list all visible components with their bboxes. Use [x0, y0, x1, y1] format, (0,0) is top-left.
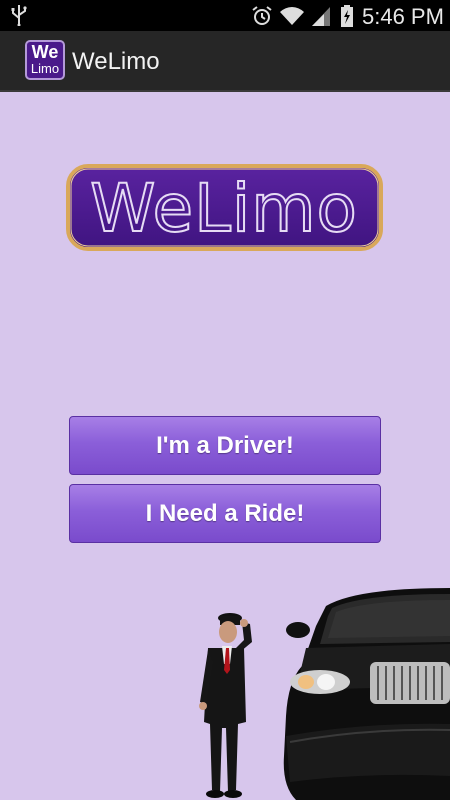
status-bar: 5:46 PM	[0, 0, 450, 31]
logo-text: WeLimo	[90, 170, 358, 247]
battery-icon	[341, 5, 353, 27]
welimo-logo: WeLimo	[66, 164, 383, 251]
app-icon[interactable]: We Limo	[25, 40, 65, 80]
app-icon-line2: Limo	[30, 61, 60, 76]
alarm-icon	[252, 6, 272, 25]
usb-icon	[11, 5, 27, 26]
limo-illustration	[283, 588, 450, 800]
app-icon-line1: We	[31, 42, 59, 62]
status-time: 5:46 PM	[362, 4, 444, 29]
need-ride-button[interactable]: I Need a Ride!	[69, 484, 381, 543]
action-bar: We Limo WeLimo	[0, 31, 450, 92]
signal-icon	[312, 7, 330, 26]
driver-button[interactable]: I'm a Driver!	[69, 416, 381, 475]
wifi-icon	[280, 7, 304, 25]
chauffeur-illustration	[199, 613, 252, 798]
app-title: WeLimo	[72, 48, 160, 75]
